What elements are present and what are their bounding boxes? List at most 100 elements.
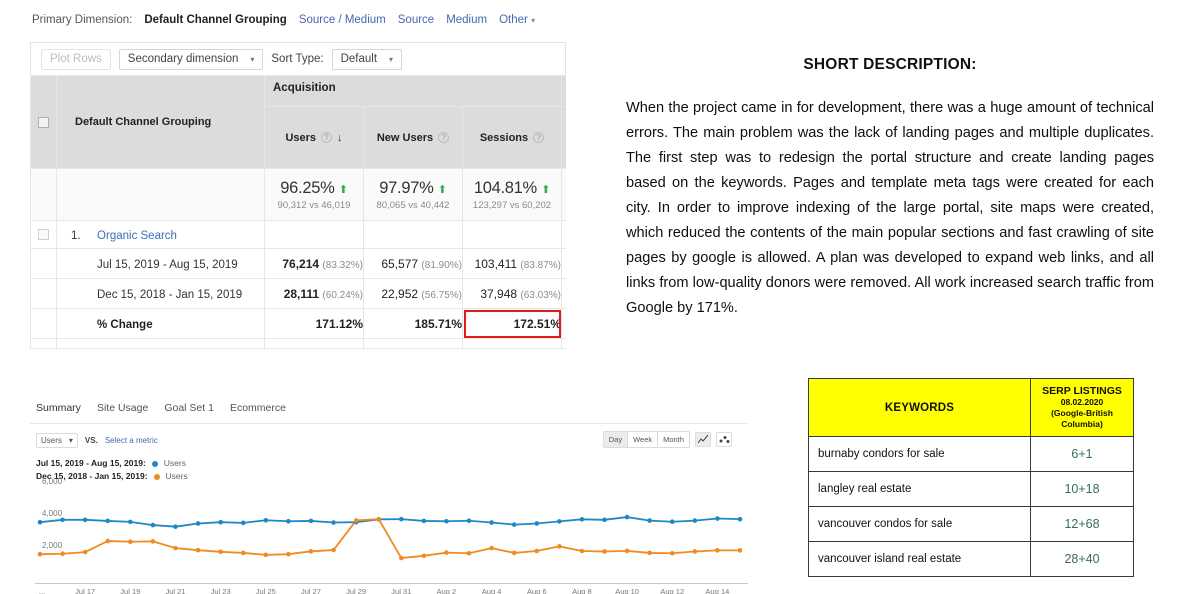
short-description-body: When the project came in for development…: [626, 100, 1154, 316]
tab-goal-set-1[interactable]: Goal Set 1: [164, 402, 214, 414]
primary-dimension-other[interactable]: Other ▾: [499, 14, 535, 26]
table-row-partial: [30, 338, 566, 349]
x-tick-aug-6: Aug 6: [526, 587, 547, 594]
channel-name-cell[interactable]: 1. Organic Search: [56, 220, 265, 249]
y-tick-2000: 2,000: [42, 541, 63, 550]
chevron-down-icon: ▾: [250, 54, 255, 64]
x-tick-jul-31: Jul 31: [391, 587, 412, 594]
select-a-metric-link[interactable]: Select a metric: [105, 436, 158, 445]
help-icon[interactable]: ?: [438, 132, 450, 143]
keyword-name: burnaby condors for sale: [808, 436, 1031, 472]
channel-users-cell: [264, 220, 364, 249]
sort-type-value: Default: [340, 53, 378, 65]
sort-type-select[interactable]: Default ▾: [331, 48, 403, 70]
help-icon[interactable]: ?: [321, 132, 333, 143]
trend-up-icon: ⬆: [338, 183, 348, 196]
metric-header-sessions-label: Sessions: [479, 131, 529, 144]
legend-current-metric: Users: [163, 458, 186, 468]
keyword-name: vancouver condos for sale: [808, 506, 1031, 542]
metric-header-users[interactable]: Users ? ↓: [264, 106, 364, 169]
row1-users-pct: (83.32%): [322, 259, 363, 271]
summary-new-users-sub: 80,065 vs 40,442: [376, 199, 450, 211]
scatter-chart-icon[interactable]: [716, 432, 732, 447]
secondary-dimension-button[interactable]: Secondary dimension ▾: [118, 48, 264, 70]
metric-header-users-label: Users: [285, 131, 317, 144]
summary-new-users-pct: 97.97%: [379, 178, 434, 197]
line-chart-icon[interactable]: [695, 432, 711, 447]
row1-behavior-cell-cut: [561, 248, 566, 279]
row1-new-users-pct: (81.90%): [421, 259, 462, 271]
change-behavior-cell-cut: [561, 308, 566, 339]
metric-header-new-users[interactable]: New Users ?: [363, 106, 463, 169]
row2-sessions-cell: 37,948 (63.03%): [462, 278, 562, 309]
channel-name-link[interactable]: Organic Search: [97, 230, 177, 242]
tab-site-usage[interactable]: Site Usage: [97, 402, 148, 414]
metric-header-new-users-label: New Users: [376, 131, 434, 144]
primary-dimension-source[interactable]: Source: [398, 14, 434, 26]
x-tick-jul-19: Jul 19: [120, 587, 141, 594]
change-sessions-value-highlighted: 172.51%: [462, 308, 562, 339]
row-checkbox[interactable]: [38, 229, 49, 240]
tab-summary[interactable]: Summary: [36, 402, 81, 414]
users-trend-line-chart: 6,000 4,000 2,000: [30, 477, 748, 583]
plot-rows-button[interactable]: Plot Rows: [41, 48, 111, 70]
x-tick-aug-14: Aug 14: [705, 587, 730, 594]
summary-dimension-cell: [56, 168, 265, 221]
channel-new-users-cell: [363, 220, 463, 249]
dimension-header-cell: Default Channel Grouping: [56, 75, 265, 169]
tab-divider: [30, 423, 748, 424]
change-users-value: 171.12%: [264, 308, 364, 339]
legend-compare-color-dot: [153, 473, 160, 480]
legend-item-current: Jul 15, 2019 - Aug 15, 2019: Users: [36, 457, 748, 470]
chevron-down-icon: ▾: [389, 54, 394, 64]
chart-tab-bar: Summary Site Usage Goal Set 1 Ecommerce: [30, 402, 748, 414]
granularity-day[interactable]: Day: [603, 432, 629, 447]
summary-behavior-cell-cut: [561, 168, 566, 221]
google-analytics-report-panel: Primary Dimension: Default Channel Group…: [30, 14, 566, 362]
primary-dimension-label: Primary Dimension:: [32, 14, 133, 26]
sort-descending-icon[interactable]: ↓: [337, 132, 343, 144]
serp-listings-date: 08.02.2020: [1060, 397, 1104, 407]
select-all-checkbox[interactable]: [38, 116, 49, 128]
partial-checkbox-cell: [30, 338, 57, 349]
behavior-metric-header-cut: [561, 106, 566, 169]
help-icon[interactable]: ?: [533, 132, 545, 143]
channel-checkbox-cell[interactable]: [30, 220, 57, 249]
keywords-serp-panel: KEYWORDS SERP LISTINGS 08.02.2020 (Googl…: [808, 378, 1134, 577]
legend-item-compare: Dec 15, 2018 - Jan 15, 2019: Users: [36, 470, 748, 483]
summary-users-pct: 96.25%: [280, 178, 335, 197]
keyword-name: vancouver island real estate: [808, 541, 1031, 577]
x-tick-ellipsis: ...: [38, 587, 46, 594]
row2-sessions-value: 37,948: [480, 286, 518, 301]
select-all-cell[interactable]: [30, 75, 57, 169]
report-toolbar: Plot Rows Secondary dimension ▾ Sort Typ…: [30, 42, 566, 75]
y-tick-6000: 6,000: [42, 477, 63, 486]
row2-checkbox-cell: [30, 278, 57, 309]
x-tick-jul-17: Jul 17: [75, 587, 96, 594]
x-tick-aug-2: Aug 2: [436, 587, 457, 594]
partial-behavior-cell: [561, 338, 566, 349]
chevron-down-icon: ▾: [68, 436, 73, 445]
channel-sessions-cell: [462, 220, 562, 249]
row2-label-cell: Dec 15, 2018 - Jan 15, 2019: [56, 278, 265, 309]
primary-metric-select[interactable]: Users ▾: [36, 433, 78, 448]
serp-listings-title: SERP LISTINGS: [1042, 385, 1122, 397]
channel-row[interactable]: 1. Organic Search: [30, 220, 566, 249]
row2-users-cell: 28,111 (60.24%): [264, 278, 364, 309]
granularity-week[interactable]: Week: [628, 432, 659, 447]
row2-new-users-value: 22,952: [381, 286, 419, 301]
tab-ecommerce[interactable]: Ecommerce: [230, 402, 286, 414]
percent-change-row: % Change 171.12% 185.71% 172.51%: [30, 308, 566, 339]
channel-behavior-cell-cut: [561, 220, 566, 249]
metric-header-sessions[interactable]: Sessions ?: [462, 106, 562, 169]
primary-dimension-medium[interactable]: Medium: [446, 14, 487, 26]
partial-users-cell: [264, 338, 364, 349]
keyword-listings: 6+1: [1030, 436, 1134, 472]
sort-type-label: Sort Type:: [271, 53, 324, 65]
primary-dimension-source-medium[interactable]: Source / Medium: [299, 14, 386, 26]
granularity-month[interactable]: Month: [658, 432, 689, 447]
keywords-table: KEYWORDS SERP LISTINGS 08.02.2020 (Googl…: [808, 378, 1134, 577]
keywords-table-header-row: KEYWORDS SERP LISTINGS 08.02.2020 (Googl…: [808, 378, 1134, 437]
table-row: vancouver island real estate 28+40: [808, 541, 1134, 577]
table-header-group-row: Default Channel Grouping Acquisition B: [30, 75, 566, 169]
